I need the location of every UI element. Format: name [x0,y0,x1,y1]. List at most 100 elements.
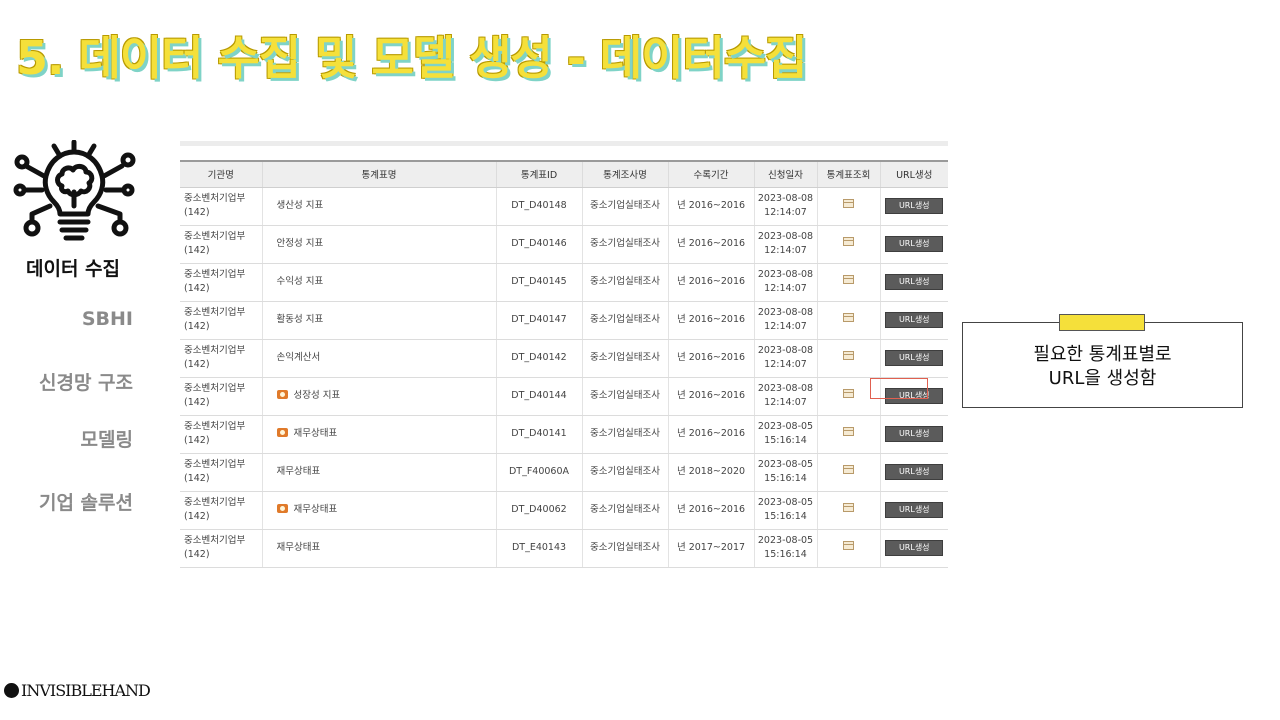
table-name-link[interactable]: 재무상태표 [294,504,338,515]
table-row: 중소벤처기업부 (142) 생산성 지표 DT_D40148 중소기업실태조사 년 201… [180,187,948,226]
brand-logo: INVISIBLEHAND [4,681,151,700]
cell-table-name: 활동성 지표 [261,301,496,340]
cell-org: 중소벤처기업부 (142) [180,491,262,530]
statistics-table: 기관명 통계표명 통계표ID 통계조사명 수록기간 신청일자 통계표조회 URL… [180,160,948,568]
cell-table-name: 생산성 지표 [261,187,496,226]
cell-request-date: 2023-08-08 12:14:07 [753,301,817,340]
cell-view [816,301,880,340]
cell-view [816,339,880,378]
request-time: 12:14:07 [764,207,807,218]
table-name-link[interactable]: 활동성 지표 [277,314,324,325]
request-time: 12:14:07 [764,397,807,408]
cell-period: 년 2016~2016 [667,415,754,454]
brand-name: INVISIBLEHAND [21,681,151,700]
table-name-link[interactable]: 재무상태표 [277,466,321,477]
table-row: 중소벤처기업부 (142) 손익계산서 DT_D40142 중소기업실태조사 년 2016… [180,339,948,378]
table-name-link[interactable]: 수익성 지표 [277,276,324,287]
table-row: 중소벤처기업부 (142) 성장성 지표 DT_D40144 중소기업실태조사 년 201… [180,377,948,416]
cell-survey: 중소기업실태조사 [581,453,668,492]
cell-url: URL생성 [879,491,948,530]
org-name: 중소벤처기업부 [184,193,246,204]
table-name-link[interactable]: 손익계산서 [277,352,321,363]
request-date: 2023-08-05 [757,535,814,546]
url-generate-button[interactable]: URL생성 [885,464,944,480]
org-code: (142) [184,359,210,370]
table-type-icon [276,428,288,437]
url-generate-button[interactable]: URL생성 [885,312,944,328]
cell-org: 중소벤처기업부 (142) [180,529,262,568]
url-generate-button[interactable]: URL생성 [885,502,944,518]
request-date: 2023-08-08 [757,383,814,394]
column-header-view: 통계표조회 [816,160,880,188]
org-code: (142) [184,283,210,294]
view-table-icon[interactable] [843,541,854,550]
column-header-table-name: 통계표명 [261,160,496,188]
cell-survey: 중소기업실태조사 [581,529,668,568]
nav-item-modeling[interactable]: 모델링 [81,425,133,452]
cell-table-id: DT_D40148 [495,187,582,226]
org-name: 중소벤처기업부 [184,345,246,356]
url-generate-button[interactable]: URL생성 [885,274,944,290]
cell-survey: 중소기업실태조사 [581,491,668,530]
callout-line-1: 필요한 통계표별로 [1033,344,1172,365]
org-name: 중소벤처기업부 [184,535,246,546]
view-table-icon[interactable] [843,503,854,512]
cell-table-id: DT_F40060A [495,453,582,492]
url-generate-button[interactable]: URL생성 [885,426,944,442]
cell-table-name: 재무상태표 [261,453,496,492]
cell-url: URL생성 [879,263,948,302]
cell-request-date: 2023-08-05 15:16:14 [753,529,817,568]
table-name-link[interactable]: 재무상태표 [277,542,321,553]
column-header-survey: 통계조사명 [581,160,668,188]
request-time: 15:16:14 [764,435,807,446]
request-time: 12:14:07 [764,283,807,294]
nav-item-sbhi[interactable]: SBHI [82,308,133,330]
cell-request-date: 2023-08-05 15:16:14 [753,453,817,492]
request-time: 12:14:07 [764,321,807,332]
nav-item-business-solution[interactable]: 기업 솔루션 [39,488,133,515]
cell-period: 년 2016~2016 [667,187,754,226]
cell-view [816,415,880,454]
request-date: 2023-08-08 [757,193,814,204]
table-name-link[interactable]: 안정성 지표 [277,238,324,249]
nav-item-network-structure[interactable]: 신경망 구조 [39,368,133,395]
view-table-icon[interactable] [843,465,854,474]
view-table-icon[interactable] [843,199,854,208]
view-table-icon[interactable] [843,351,854,360]
request-date: 2023-08-05 [757,459,814,470]
org-name: 중소벤처기업부 [184,459,246,470]
table-row: 중소벤처기업부 (142) 재무상태표 DT_D40062 중소기업실태조사 년 2016… [180,491,948,530]
cell-view [816,377,880,416]
cell-table-name: 성장성 지표 [261,377,496,416]
cell-table-name: 안정성 지표 [261,225,496,264]
url-generate-button[interactable]: URL생성 [885,540,944,556]
cell-table-id: DT_E40143 [495,529,582,568]
view-table-icon[interactable] [843,275,854,284]
table-type-icon [276,390,288,399]
cell-org: 중소벤처기업부 (142) [180,339,262,378]
table-name-link[interactable]: 성장성 지표 [294,390,341,401]
table-name-link[interactable]: 재무상태표 [294,428,338,439]
url-generate-button[interactable]: URL생성 [885,236,944,252]
cell-request-date: 2023-08-08 12:14:07 [753,187,817,226]
url-generate-button[interactable]: URL생성 [885,388,944,404]
cell-request-date: 2023-08-08 12:14:07 [753,263,817,302]
request-time: 15:16:14 [764,511,807,522]
cell-view [816,263,880,302]
cell-url: URL생성 [879,301,948,340]
view-table-icon[interactable] [843,313,854,322]
cell-url: URL생성 [879,415,948,454]
org-name: 중소벤처기업부 [184,383,246,394]
url-generate-button[interactable]: URL생성 [885,350,944,366]
cell-survey: 중소기업실태조사 [581,377,668,416]
request-date: 2023-08-08 [757,269,814,280]
url-generate-button[interactable]: URL생성 [885,198,944,214]
view-table-icon[interactable] [843,427,854,436]
view-table-icon[interactable] [843,237,854,246]
statistics-table-panel: 기관명 통계표명 통계표ID 통계조사명 수록기간 신청일자 통계표조회 URL… [180,141,948,568]
request-date: 2023-08-08 [757,345,814,356]
cell-request-date: 2023-08-05 15:16:14 [753,491,817,530]
view-table-icon[interactable] [843,389,854,398]
cell-view [816,491,880,530]
table-name-link[interactable]: 생산성 지표 [277,200,324,211]
